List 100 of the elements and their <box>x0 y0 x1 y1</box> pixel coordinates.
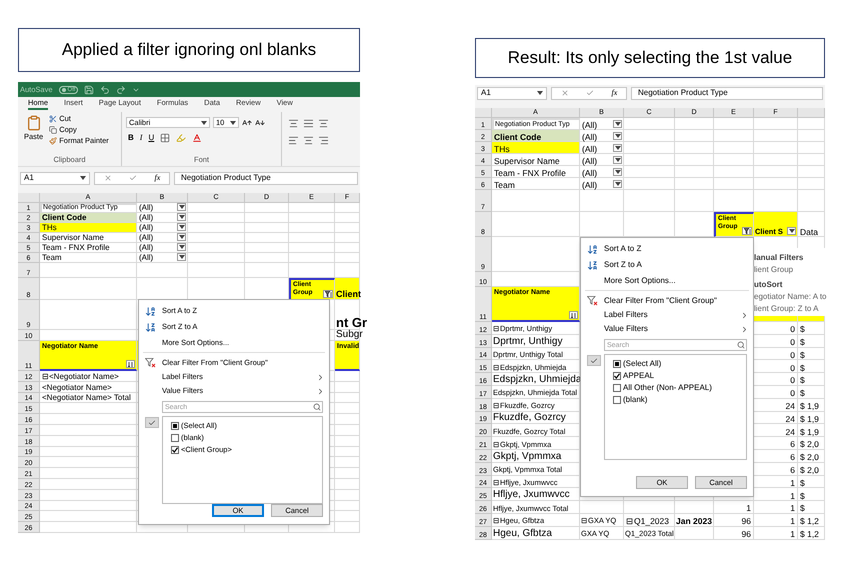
sheet-cell[interactable] <box>335 382 360 393</box>
sheet-cell[interactable] <box>245 203 289 213</box>
sheet-cell[interactable] <box>624 154 675 166</box>
sheet-cell[interactable] <box>798 166 825 178</box>
sheet-cell[interactable] <box>675 154 714 166</box>
sheet-cell[interactable] <box>624 501 675 514</box>
checkbox[interactable] <box>171 434 179 442</box>
checkbox[interactable] <box>613 384 621 392</box>
sheet-cell[interactable] <box>798 118 825 130</box>
formula-field[interactable]: Negotiation Product Type <box>631 86 823 100</box>
sheet-cell[interactable] <box>798 142 825 154</box>
sheet-cell[interactable] <box>798 154 825 166</box>
sheet-cell[interactable] <box>40 278 137 300</box>
sheet-cell[interactable] <box>335 213 360 223</box>
sheet-cell[interactable] <box>245 223 289 233</box>
filter-option[interactable]: All Other (Non- APPEAL) <box>613 383 746 393</box>
sheet-cell[interactable] <box>188 213 245 223</box>
sheet-cell[interactable]: (All) <box>580 154 624 166</box>
sheet-cell[interactable] <box>335 403 360 414</box>
sheet-cell[interactable] <box>188 233 245 243</box>
sheet-cell[interactable] <box>335 392 360 404</box>
sheet-cell[interactable] <box>714 142 754 154</box>
redo-icon[interactable] <box>116 84 126 94</box>
sheet-cell[interactable] <box>40 436 137 447</box>
sheet-cell[interactable] <box>492 190 580 212</box>
sheet-cell[interactable] <box>580 501 624 514</box>
sheet-cell[interactable] <box>40 522 137 533</box>
sort-filter-button[interactable] <box>569 311 578 319</box>
sheet-cell[interactable] <box>675 118 714 130</box>
sheet-cell[interactable] <box>40 500 137 512</box>
submenu-item[interactable]: Value Filters <box>581 322 753 336</box>
dropdown-button[interactable] <box>613 120 622 128</box>
submenu-item[interactable]: Label Filters <box>581 308 753 322</box>
dropdown-button[interactable] <box>787 227 796 235</box>
insert-function-button[interactable]: fx <box>154 174 160 182</box>
sheet-cell[interactable]: (All) <box>580 178 624 190</box>
sheet-cell[interactable] <box>675 526 714 540</box>
align-left-icon[interactable] <box>288 135 299 146</box>
sort-filter-button[interactable] <box>126 360 135 368</box>
formula-field[interactable]: Negotiation Product Type <box>174 172 358 184</box>
insert-function-button[interactable]: fx <box>612 89 618 97</box>
sheet-cell[interactable] <box>40 478 137 490</box>
grow-font-icon[interactable] <box>242 118 252 128</box>
align-bottom-icon[interactable] <box>318 118 329 129</box>
sheet-cell[interactable] <box>714 118 754 130</box>
dropdown-button[interactable] <box>177 213 186 221</box>
sheet-cell[interactable] <box>40 300 137 330</box>
sheet-cell[interactable] <box>624 178 675 190</box>
dropdown-button[interactable] <box>613 144 622 152</box>
column-header[interactable] <box>798 108 825 118</box>
sheet-cell[interactable] <box>40 468 137 479</box>
name-box[interactable]: A1 <box>477 86 547 100</box>
sheet-cell[interactable] <box>798 130 825 142</box>
filter-option[interactable]: APPEAL <box>613 371 746 381</box>
sheet-cell[interactable] <box>40 457 137 468</box>
sheet-cell[interactable] <box>754 118 798 130</box>
dropdown-button[interactable] <box>613 168 622 176</box>
sheet-cell[interactable] <box>335 468 360 479</box>
sheet-cell[interactable] <box>798 190 825 212</box>
align-right-icon[interactable] <box>318 135 329 146</box>
highlighter-icon[interactable] <box>176 133 186 143</box>
dropdown-button[interactable] <box>613 156 622 164</box>
align-center-icon[interactable] <box>303 135 314 146</box>
sheet-cell[interactable] <box>289 243 335 253</box>
sheet-cell[interactable] <box>624 190 675 212</box>
align-top-icon[interactable] <box>288 118 299 129</box>
sheet-cell[interactable] <box>580 190 624 212</box>
sheet-cell[interactable] <box>492 212 580 237</box>
filter-button[interactable] <box>323 290 333 298</box>
shrink-font-icon[interactable] <box>255 118 265 128</box>
dropdown-button[interactable] <box>177 223 186 231</box>
sheet-cell[interactable] <box>624 130 675 142</box>
sheet-cell[interactable]: (All) <box>580 118 624 130</box>
sheet-cell[interactable]: (All) <box>580 142 624 154</box>
dropdown-button[interactable] <box>177 243 186 251</box>
sheet-cell[interactable] <box>40 446 137 458</box>
sheet-cell[interactable]: (All) <box>137 253 188 263</box>
sheet-cell[interactable] <box>335 478 360 490</box>
sheet-cell[interactable] <box>335 371 360 382</box>
sheet-cell[interactable] <box>675 166 714 178</box>
select-all-corner[interactable] <box>18 193 40 203</box>
sheet-cell[interactable] <box>335 436 360 447</box>
menu-item[interactable]: Clear Filter From "Client Group" <box>581 293 753 308</box>
sheet-cell[interactable]: (All) <box>580 166 624 178</box>
dropdown-button[interactable] <box>177 203 186 211</box>
sheet-cell[interactable] <box>754 130 798 142</box>
cancel-icon[interactable] <box>560 89 569 97</box>
sheet-cell[interactable] <box>137 263 188 278</box>
sheet-cell[interactable] <box>245 243 289 253</box>
sheet-cell[interactable] <box>624 166 675 178</box>
sheet-cell[interactable] <box>335 522 360 533</box>
sheet-cell[interactable]: (All) <box>580 130 624 142</box>
sheet-cell[interactable]: (All) <box>137 223 188 233</box>
sheet-cell[interactable] <box>714 178 754 190</box>
sheet-cell[interactable] <box>335 424 360 436</box>
sheet-cell[interactable] <box>188 243 245 253</box>
sheet-cell[interactable] <box>714 130 754 142</box>
sheet-cell[interactable] <box>245 213 289 223</box>
sheet-cell[interactable] <box>40 414 137 425</box>
checkbox[interactable] <box>171 446 179 454</box>
